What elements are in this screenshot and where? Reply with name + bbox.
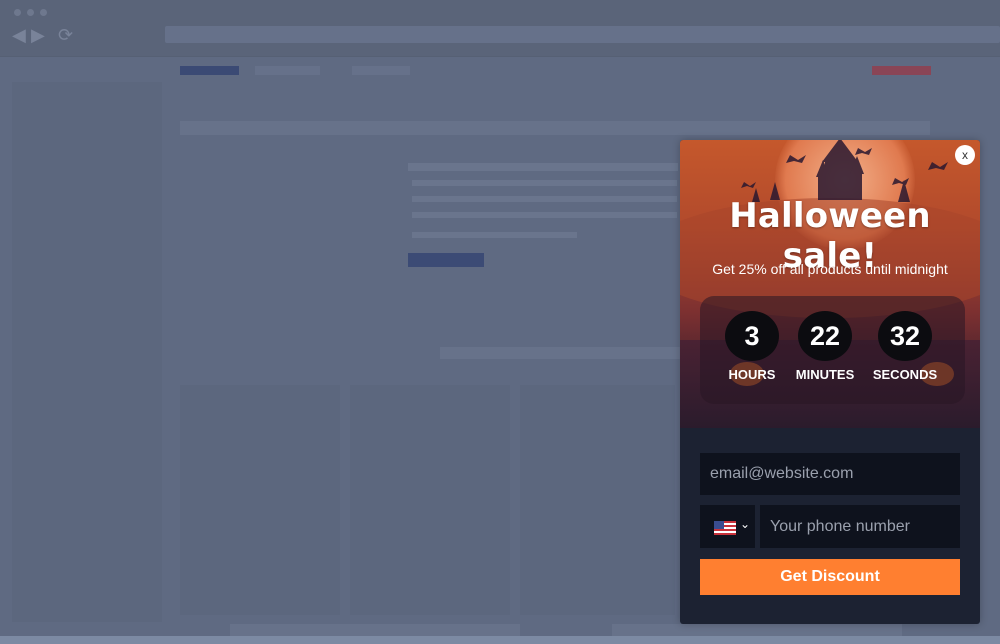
page-nav-active (180, 66, 239, 75)
email-field[interactable]: email@website.com (700, 453, 960, 495)
us-flag-icon (714, 521, 736, 535)
hours-value: 3 (725, 311, 779, 361)
footer-placeholder (612, 624, 902, 636)
text-line-placeholder (412, 180, 677, 186)
countdown-hours: 3 HOURS (717, 311, 787, 382)
text-line-placeholder (412, 232, 577, 238)
window-minimize-dot (27, 9, 34, 16)
close-button[interactable]: x (955, 145, 975, 165)
window-close-dot (14, 9, 21, 16)
card-placeholder (350, 385, 510, 615)
card-placeholder (520, 385, 675, 615)
halloween-sale-popup: x Halloween sale! Get 25% off all produc… (680, 140, 980, 624)
minutes-value: 22 (798, 311, 852, 361)
forward-icon: ▶ (31, 25, 45, 45)
footer-placeholder (230, 624, 520, 636)
seconds-label: SECONDS (872, 367, 938, 382)
page-nav-link (255, 66, 320, 75)
address-bar (165, 26, 1000, 43)
country-code-select[interactable]: ⌄ (700, 505, 755, 548)
chevron-down-icon: ⌄ (740, 517, 751, 531)
window-controls (14, 9, 47, 16)
section-heading-placeholder (440, 347, 680, 359)
page-nav-cta (872, 66, 931, 75)
countdown-seconds: 32 SECONDS (870, 311, 940, 382)
back-icon: ◀ (12, 25, 26, 45)
hours-label: HOURS (728, 367, 776, 382)
text-line-placeholder (412, 212, 677, 218)
phone-field[interactable]: Your phone number (760, 505, 960, 548)
seconds-value: 32 (878, 311, 932, 361)
reload-icon: ⟳ (58, 25, 74, 45)
minutes-label: MINUTES (795, 367, 855, 382)
page-heading-placeholder (180, 121, 930, 135)
bottom-bar (0, 636, 1000, 644)
browser-toolbar: ◀ ▶ ⟳ (0, 0, 1000, 57)
close-icon[interactable]: x (962, 148, 968, 162)
get-discount-button[interactable]: Get Discount (700, 559, 960, 595)
page-sidebar (12, 82, 162, 622)
page-button-placeholder (408, 253, 484, 267)
window-maximize-dot (40, 9, 47, 16)
text-line-placeholder (408, 163, 678, 171)
popup-hero-illustration: x Halloween sale! Get 25% off all produc… (680, 140, 980, 428)
page-nav-link (352, 66, 410, 75)
card-placeholder (180, 385, 340, 615)
popup-subtitle: Get 25% off all products until midnight (712, 261, 948, 277)
text-line-placeholder (412, 196, 677, 202)
countdown-minutes: 22 MINUTES (790, 311, 860, 382)
